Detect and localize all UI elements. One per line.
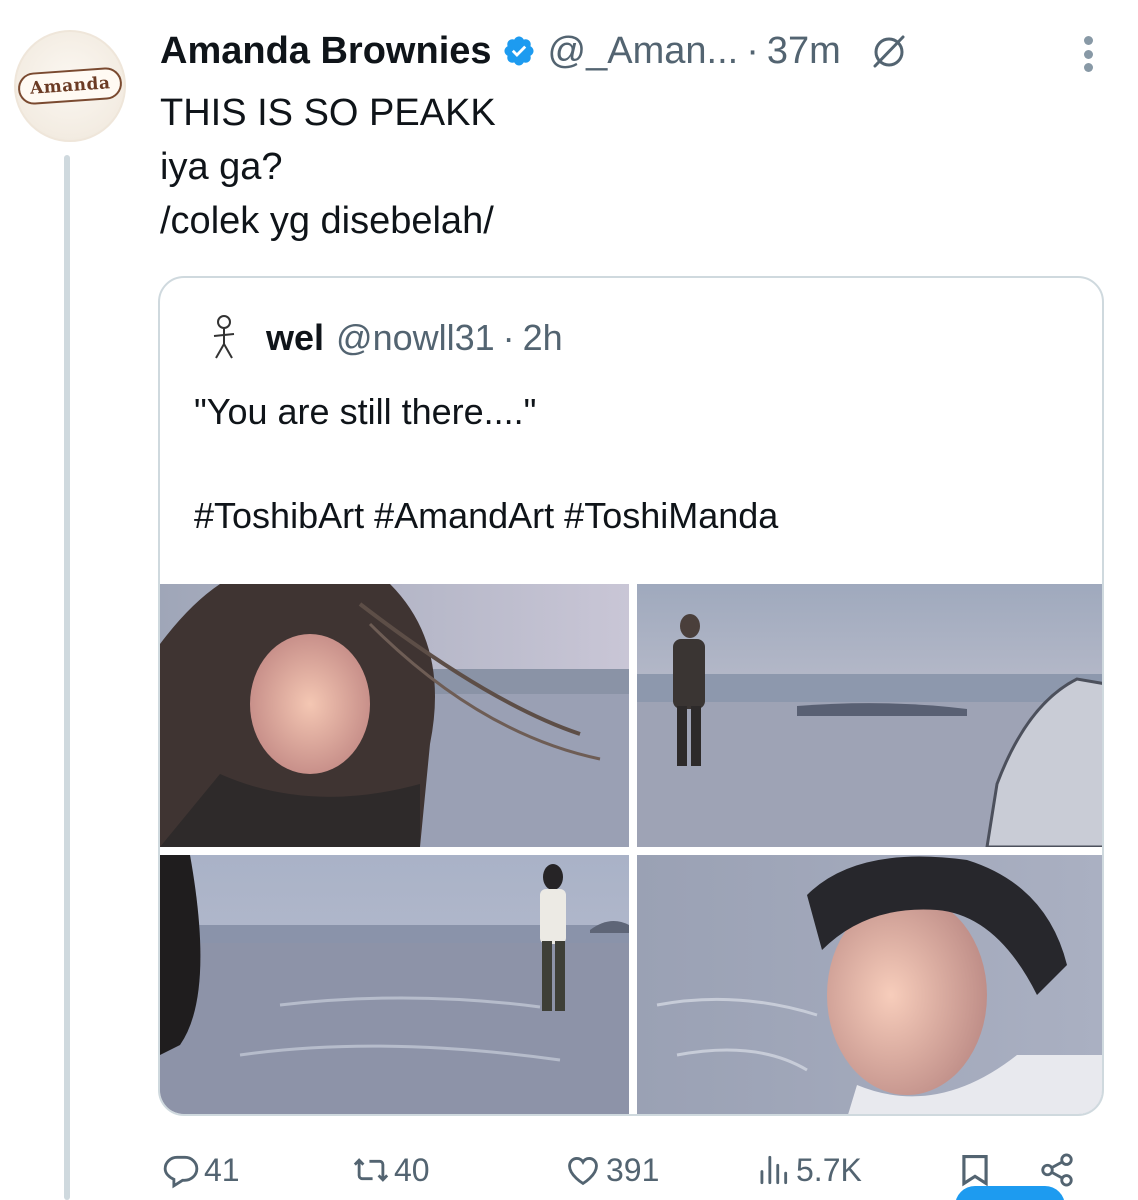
quoted-tweet-time[interactable]: 2h — [523, 317, 563, 359]
share-icon — [1041, 1153, 1073, 1187]
more-dots-icon[interactable] — [1082, 36, 1094, 72]
retweet-count: 40 — [394, 1151, 430, 1188]
retweet-button[interactable]: 40 — [352, 1146, 430, 1194]
thread-line — [64, 155, 70, 1200]
reply-button[interactable]: 41 — [162, 1146, 240, 1194]
views-icon — [760, 1155, 788, 1185]
quoted-text-line — [194, 438, 1074, 490]
media-man-closeup[interactable] — [637, 855, 1102, 1114]
bookmark-icon — [962, 1154, 988, 1187]
tweet-text-line: /colek yg disebelah/ — [160, 200, 494, 242]
grok-icon[interactable] — [869, 31, 909, 71]
views-count: 5.7K — [796, 1151, 862, 1188]
media-girl-hair-closeup[interactable] — [160, 584, 629, 847]
like-button[interactable]: 391 — [564, 1146, 659, 1194]
quoted-author-name[interactable]: wel — [266, 317, 324, 359]
author-display-name[interactable]: Amanda Brownies — [160, 30, 492, 73]
media-man-on-beach[interactable] — [160, 855, 629, 1114]
quoted-tweet-card[interactable]: wel @nowll31 · 2h "You are still there..… — [158, 276, 1104, 1116]
quoted-tweet-text: "You are still there...." #ToshibArt #Am… — [194, 386, 1074, 542]
separator-dot: · — [502, 317, 515, 358]
media-girl-on-beach[interactable] — [637, 584, 1102, 847]
retweet-icon — [353, 1158, 389, 1182]
tweet-text-line: THIS IS SO PEAKK — [160, 92, 496, 134]
author-handle[interactable]: @_Aman... — [548, 30, 739, 73]
quoted-tweet-header: wel @nowll31 · 2h — [204, 314, 563, 362]
floating-compose-button-edge[interactable] — [955, 1186, 1065, 1200]
avatar[interactable]: Amanda — [14, 30, 126, 142]
reply-count: 41 — [204, 1151, 240, 1188]
like-icon — [568, 1157, 598, 1186]
quoted-text-hashtags[interactable]: #ToshibArt #AmandArt #ToshiManda — [194, 490, 1074, 542]
quoted-text-line: "You are still there...." — [194, 391, 537, 432]
tweet-time[interactable]: 37m — [767, 30, 841, 73]
tweet-header: Amanda Brownies @_Aman... · 37m — [160, 24, 1108, 78]
media-grid — [160, 584, 1102, 1114]
views-button[interactable]: 5.7K — [754, 1146, 862, 1194]
avatar-logo-text: Amanda — [16, 66, 124, 106]
action-bar: 41 40 391 5.7K — [158, 1146, 1098, 1196]
tweet-text: THIS IS SO PEAKK iya ga? /colek yg diseb… — [160, 86, 1060, 248]
verified-badge-icon — [504, 36, 534, 66]
tweet-text-line: iya ga? — [160, 146, 283, 188]
separator-dot: · — [746, 29, 759, 72]
quote-avatar-stick-figure-icon[interactable] — [204, 314, 244, 362]
like-count: 391 — [606, 1151, 660, 1188]
reply-icon — [163, 1155, 199, 1189]
quoted-author-handle[interactable]: @nowll31 — [336, 317, 495, 359]
